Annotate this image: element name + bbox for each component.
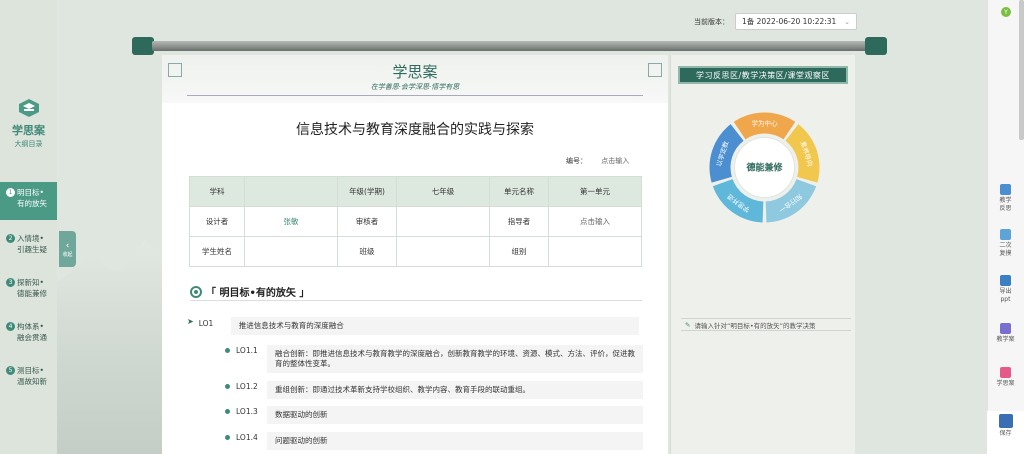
pencil-icon: ✎ [685,320,691,329]
subject-value[interactable] [244,176,338,207]
bullet-icon [225,348,230,353]
lo-item[interactable]: LO1.1 融合创新：即推进信息技术与教育教学的深度融合，创新教育教学的环境、资… [225,345,643,373]
paper-brand: 学思案 [392,63,438,81]
grade-label: 年级(学期) [337,176,397,207]
wheel-center-label: 德能兼修 [746,162,783,174]
student-value[interactable] [244,236,338,267]
page-scrollbar[interactable] [1019,0,1024,140]
section-heading: 「 明目标•有的放矢 」 [190,284,309,299]
lo-item[interactable]: LO1.4 问题驱动的创新 [225,432,643,450]
lo-content[interactable]: 融合创新：即推进信息技术与教育教学的深度融合，创新教育教学的环境、资源、模式、方… [267,345,643,373]
teaching-plan-button[interactable]: 教学案 [987,323,1024,344]
designer-value[interactable]: 张敏 [244,206,338,237]
lo-item[interactable]: LO1.3 数据驱动的创新 [225,406,643,424]
unit-value[interactable]: 第一单元 [548,176,642,207]
document-paper: 学思案 在学善思·会学深思·悟学有思 信息技术与教育深度融合的实践与探索 编号：… [162,55,668,454]
section-title: 「 明目标•有的放矢 」 [206,288,310,299]
lo-content[interactable]: 重组创新：即通过技术革新支持学校组织、教学内容、教育手段的联动重组。 [267,381,643,399]
lo-item[interactable]: LO1.2 重组创新：即通过技术革新支持学校组织、教学内容、教育手段的联动重组。 [225,381,643,399]
lo-label: LO1.3 [236,407,258,416]
mentor-value[interactable]: 点击输入 [548,206,642,237]
group-label: 组别 [489,236,549,267]
lo-label: LO1.2 [236,382,258,391]
class-value[interactable] [396,236,490,267]
collapse-sidebar-button[interactable]: ‹ 收起 [59,231,76,267]
plan-icon [1000,323,1011,334]
brand-subtitle: 大纲目录 [14,140,43,148]
bullet-icon [225,384,230,389]
reflection-icon [1000,184,1011,195]
brand-logo: 学思案 大纲目录 [0,98,57,149]
subject-label: 学科 [189,176,245,207]
scroll-cap-right [865,37,887,55]
code-row: 编号： 点击输入 [566,156,641,166]
nav-step-3[interactable]: 3 探新知• 德能兼修 [0,272,57,310]
nav-step-1[interactable]: 1 明目标• 有的放矢 [0,182,57,220]
study-plan-button[interactable]: 学思案 [987,367,1024,388]
section-divider [190,300,642,301]
decision-note-placeholder: 请输入针对“明目标•有的放矢”的教学决策 [694,321,816,330]
scroll-rod-decoration [132,37,887,55]
version-select[interactable]: 1备 2022-06-20 10:22:31 ⌄ [735,13,857,30]
lo-content[interactable]: 数据驱动的创新 [267,406,643,424]
study-icon [1000,367,1011,378]
side-panel-tabs[interactable]: 学习反思区/教学决策区/课堂观察区 [678,66,848,84]
scroll-rod [152,41,867,51]
lo-label: LO1.1 [236,346,258,355]
nav-step-4[interactable]: 4 构体系• 融会贯通 [0,316,57,354]
paper-motto: 在学善思·会学深思·悟学有思 [370,83,460,91]
code-label: 编号： [566,157,587,165]
version-value: 1备 2022-06-20 10:22:31 [742,17,837,26]
document-title[interactable]: 信息技术与教育深度融合的实践与探索 [162,119,668,139]
group-value[interactable] [548,236,642,267]
decision-note-input[interactable]: ✎ 请输入针对“明目标•有的放矢”的教学决策 [681,318,851,331]
lo-content[interactable]: 推进信息技术与教育的深度融合 [230,317,639,335]
lo-content[interactable]: 问题驱动的创新 [267,432,643,450]
header-divider [187,95,643,96]
teaching-reflection-button[interactable]: 教学 反思 [987,184,1024,213]
mentor-label: 指导者 [489,206,549,237]
grade-value[interactable]: 七年级 [396,176,490,207]
wheel-segment-label: 学为中心 [752,119,779,128]
arrow-right-icon: ➤ [187,317,194,326]
nav-step-5[interactable]: 5 测目标• 温故知新 [0,360,57,398]
version-bar: 当前版本： 1备 2022-06-20 10:22:31 ⌄ [694,13,857,30]
reviewer-label: 审核者 [337,206,397,237]
save-button[interactable]: 保存 [987,411,1024,454]
chevron-left-icon: ‹ [65,240,70,251]
second-revision-button[interactable]: 二次 复摸 [987,229,1024,258]
student-label: 学生姓名 [189,236,245,267]
info-table: 学科 年级(学期) 七年级 单元名称 第一单元 设计者 张敏 审核者 指导者 点… [189,176,642,267]
bullet-icon [225,435,230,440]
chevron-down-icon: ⌄ [844,17,850,26]
scroll-cap-left [132,37,154,55]
lo-label: LO1.4 [236,433,258,442]
side-panel: 学习反思区/教学决策区/课堂观察区 学为中心 素养导向 知行合一 学思并进 以学定教 德能… [670,55,855,454]
edit-icon [1000,229,1011,240]
brand-title: 学思案 [12,124,45,137]
lo-label: LO1 [198,319,214,328]
logo-icon [18,98,40,118]
bullet-icon [225,409,230,414]
target-icon [190,285,202,298]
left-sidebar: 学思案 大纲目录 1 明目标• 有的放矢 2 入情境• 引趣生疑 3 探新知• 德能兼… [0,0,57,454]
unit-label: 单元名称 [489,176,549,207]
reviewer-value[interactable] [396,206,490,237]
save-icon [998,414,1013,428]
code-input[interactable]: 点击输入 [601,157,629,165]
version-label: 当前版本： [694,17,729,26]
lo-main[interactable]: ➤ LO1 推进信息技术与教育的深度融合 [187,317,639,335]
class-label: 班级 [337,236,397,267]
user-avatar[interactable]: Y [1001,7,1011,17]
export-icon [1000,275,1011,286]
principles-wheel: 学为中心素养导向知行合一学思并进以学定教德能兼修 [709,112,820,223]
nav-step-2[interactable]: 2 入情境• 引趣生疑 [0,228,57,266]
designer-label: 设计者 [189,206,245,237]
export-ppt-button[interactable]: 导出 ppt [987,275,1024,304]
landscape-decoration [57,240,167,454]
